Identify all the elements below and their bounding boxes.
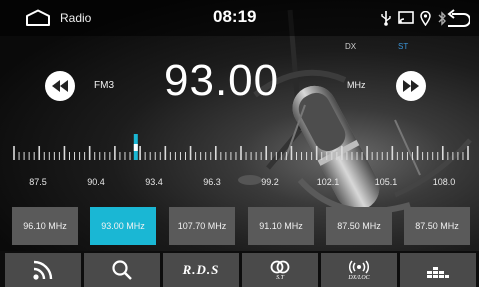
seek-forward-button[interactable] bbox=[396, 71, 426, 101]
home-icon[interactable] bbox=[24, 9, 52, 27]
rds-label: R.D.S bbox=[182, 262, 220, 277]
screen-mirror-icon bbox=[398, 11, 414, 24]
dial-label: 99.2 bbox=[261, 177, 279, 187]
preset-button[interactable]: 93.00 MHz bbox=[90, 207, 156, 245]
dx-loc-label: DX/LOC bbox=[348, 274, 370, 281]
radio-feed-icon bbox=[33, 260, 53, 280]
st-label: S.T bbox=[276, 274, 284, 281]
preset-button[interactable]: 87.50 MHz bbox=[404, 207, 470, 245]
dial-marker-core bbox=[133, 144, 138, 151]
dx-loc-icon bbox=[348, 260, 370, 273]
preset-button[interactable]: 87.50 MHz bbox=[326, 207, 392, 245]
usb-icon bbox=[381, 11, 391, 26]
preset-button[interactable]: 107.70 MHz bbox=[169, 207, 235, 245]
stereo-icon bbox=[270, 260, 290, 273]
dial-label: 102.1 bbox=[316, 177, 340, 187]
clock: 08:19 bbox=[213, 7, 257, 26]
equalizer-button[interactable] bbox=[400, 253, 476, 287]
app-title: Radio bbox=[60, 11, 92, 25]
back-icon[interactable] bbox=[444, 9, 470, 27]
dial-label: 93.4 bbox=[145, 177, 163, 187]
dx-indicator: DX bbox=[345, 42, 357, 51]
dial-label: 105.1 bbox=[374, 177, 398, 187]
dial-label: 96.3 bbox=[203, 177, 221, 187]
dial-label: 90.4 bbox=[87, 177, 105, 187]
preset-button[interactable]: 91.10 MHz bbox=[248, 207, 314, 245]
seek-back-button[interactable] bbox=[45, 71, 75, 101]
dial-labels: 87.5 90.4 93.4 96.3 99.2 102.1 105.1 108.0 bbox=[0, 177, 479, 189]
radio-list-button[interactable] bbox=[5, 253, 81, 287]
search-button[interactable] bbox=[84, 253, 160, 287]
search-icon bbox=[112, 260, 132, 280]
rds-button[interactable]: R.D.S bbox=[163, 253, 239, 287]
preset-button[interactable]: 96.10 MHz bbox=[12, 207, 78, 245]
status-icons bbox=[380, 8, 447, 28]
band-label: FM3 bbox=[94, 80, 114, 91]
dx-loc-button[interactable]: DX/LOC bbox=[321, 253, 397, 287]
status-bar: Radio 08:19 bbox=[0, 0, 479, 36]
dial-label: 87.5 bbox=[29, 177, 47, 187]
radio-screen: Radio 08:19 DX ST FM3 93.00 MHz 87.5 90.… bbox=[0, 0, 479, 287]
st-indicator: ST bbox=[398, 42, 409, 51]
seek-forward-icon bbox=[403, 80, 419, 92]
equalizer-icon bbox=[427, 267, 449, 278]
current-frequency: 93.00 bbox=[164, 56, 280, 105]
stereo-button[interactable]: S.T bbox=[242, 253, 318, 287]
dial-label: 108.0 bbox=[432, 177, 456, 187]
preset-list: 96.10 MHz 93.00 MHz 107.70 MHz 91.10 MHz… bbox=[12, 207, 470, 245]
bottom-toolbar: R.D.S S.T DX/LOC bbox=[0, 251, 479, 287]
frequency-unit: MHz bbox=[347, 80, 366, 90]
location-icon bbox=[420, 10, 431, 26]
seek-back-icon bbox=[52, 80, 68, 92]
